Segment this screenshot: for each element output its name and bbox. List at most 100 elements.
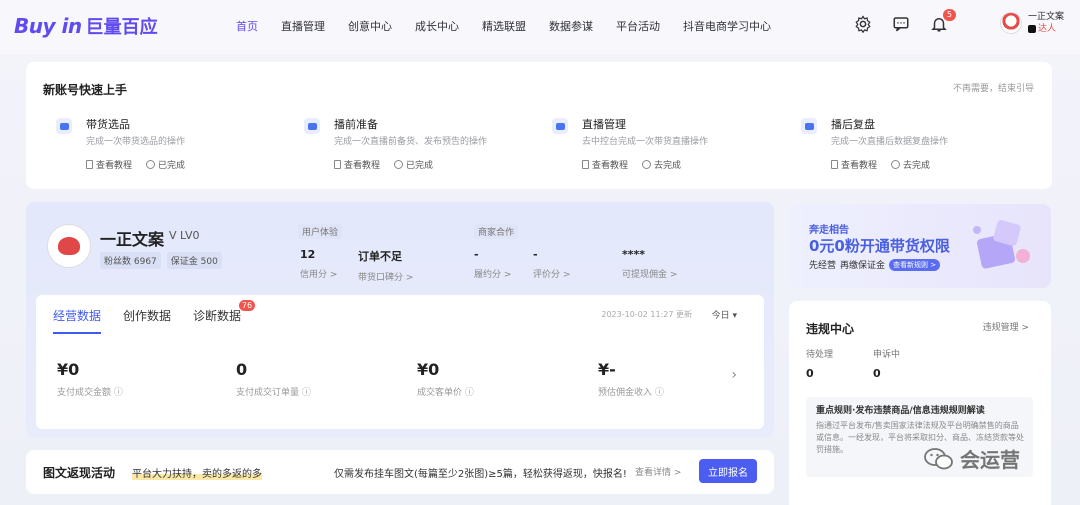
nav-item-live-management[interactable]: 直播管理 [281,18,325,34]
clipboard-icon [304,118,320,134]
wechat-icon [924,447,953,469]
violation-center-title: 违规中心 [806,322,855,336]
step-title: 播后复盘 [831,118,875,131]
activity-title: 图文返现活动 [43,466,116,480]
nav-item-selected-alliance[interactable]: 精选联盟 [482,18,526,34]
logo-en: Buy in [14,14,82,38]
nav-item-home[interactable]: 首页 [236,18,258,34]
activity-subtitle: 平台大力扶持，卖的多返的多 [132,465,262,480]
account-name: 一正文案 [100,230,165,249]
level-badge: V LV0 [169,229,200,242]
kpi-avg-order-value: ¥0 成交客单价 ⓘ [417,360,474,398]
arrow-circle-icon [891,160,901,169]
product-icon [56,118,72,134]
withdrawable-commission-metric[interactable]: **** 可提现佣金 > [622,248,677,280]
date-range-dropdown[interactable]: 今日 ▾ [712,308,737,321]
fans-count: 粉丝数 6967 [100,252,161,269]
kpi-gmv: ¥0 支付成交金额 ⓘ [57,360,123,398]
settings-icon[interactable] [854,15,872,34]
check-circle-icon [146,160,156,169]
banner-text-a: 先经营 [809,261,837,271]
tab-creation-data[interactable]: 创作数据 [123,307,171,334]
nav-item-growth-center[interactable]: 成长中心 [415,18,459,34]
banner-text-b: 再缴保证金 [840,261,886,271]
banner-title: 0元0粉开通带货权限 [809,237,950,255]
step-desc: 去中控台完成一次带货直播操作 [582,137,709,147]
logo[interactable]: Buy in 巨量百应 [14,12,158,40]
tab-business-data[interactable]: 经营数据 [53,307,102,334]
step-desc: 完成一次直播前备货、发布预告的操作 [334,137,488,147]
chart-icon [801,118,817,134]
step-title: 直播管理 [582,118,626,131]
quick-start-card: 新账号快速上手 不再需要，结束引导 带货选品 完成一次带货选品的操作 查看教程 … [26,62,1052,189]
bell-icon[interactable]: 5 [930,9,956,33]
user-name: 一正文案 [1028,12,1065,22]
arrow-circle-icon [642,160,652,169]
check-circle-icon [394,160,404,169]
go-complete-link[interactable]: 去完成 [891,158,930,171]
gift-illustration-icon [973,220,1030,269]
diagnosis-badge: 76 [238,300,256,311]
nav-item-data-advisor[interactable]: 数据参谋 [549,18,593,34]
violation-center-card: 违规中心 违规管理 > 待处理 0 申诉中 0 重点规则·发布违禁商品/信息违规… [789,301,1051,505]
view-tutorial-link[interactable]: 查看教程 [831,158,877,171]
promo-banner[interactable]: 奔走相告 0元0粉开通带货权限 先经营 再缴保证金 查看新规则 > [789,204,1051,288]
video-icon [552,118,568,134]
doc-icon [831,160,838,169]
go-complete-link[interactable]: 去完成 [642,158,681,171]
end-guide-link[interactable]: 不再需要，结束引导 [953,81,1034,94]
view-tutorial-link[interactable]: 查看教程 [334,158,380,171]
chevron-right-icon[interactable]: › [731,367,737,383]
appeal-count[interactable]: 申诉中 0 [873,347,900,380]
credit-score-metric[interactable]: 12 信用分 > [300,248,337,280]
update-time: 2023-10-02 11:27 更新 [601,310,692,319]
sign-up-button[interactable]: 立即报名 [699,459,757,483]
step-desc: 完成一次带货选品的操作 [86,137,186,147]
activity-description: 仅需发布挂车图文(每篇至少2张图)≥5篇，轻松获得返现，快报名! [334,469,627,480]
message-icon[interactable] [892,15,910,33]
step-title: 播前准备 [334,118,378,131]
watermark: 会运营 [924,444,1020,473]
quick-start-title: 新账号快速上手 [43,83,128,97]
doc-icon [334,160,341,169]
business-data-panel: 经营数据 创作数据 诊断数据 76 2023-10-02 11:27 更新 今日 … [36,295,764,429]
kpi-estimated-commission: ¥- 预估佣金收入 ⓘ [598,360,664,398]
doc-icon [86,160,93,169]
pending-count[interactable]: 待处理 0 [806,347,833,380]
avatar [47,224,91,268]
nav-item-platform-activity[interactable]: 平台活动 [616,18,660,34]
douyin-icon [1028,25,1036,33]
tab-diagnosis-data[interactable]: 诊断数据 76 [193,300,256,334]
nav-item-learning-center[interactable]: 抖音电商学习中心 [683,18,771,34]
completed-status: 已完成 [146,158,185,171]
merchant-cooperation-label: 商家合作 [474,224,519,239]
step-desc: 完成一次直播后数据复盘操作 [831,137,949,147]
kpi-orders: 0 支付成交订单量 ⓘ [236,360,311,398]
account-overview-card: 一正文案 V LV0 粉丝数 6967 保证金 500 用户体验 商家合作 12… [26,202,774,438]
user-role-tag: 达人 [1038,24,1057,34]
view-new-rules-button[interactable]: 查看新规则 > [889,258,941,271]
violation-management-link[interactable]: 违规管理 > [983,320,1029,333]
notification-badge: 5 [942,9,956,21]
completed-status: 已完成 [394,158,433,171]
word-of-mouth-metric[interactable]: 订单不足 带货口碑分 > [358,248,413,283]
user-experience-label: 用户体验 [298,224,343,239]
deposit-amount: 保证金 500 [166,252,222,269]
nav-item-creative-center[interactable]: 创意中心 [348,18,392,34]
logo-cn: 巨量百应 [85,17,158,38]
review-score-metric[interactable]: - 评价分 > [533,248,570,280]
user-profile-menu[interactable]: 一正文案 达人 [1000,11,1080,35]
step-title: 带货选品 [86,118,130,131]
doc-icon [582,160,589,169]
view-tutorial-link[interactable]: 查看教程 [582,158,628,171]
image-text-cashback-activity: 图文返现活动 平台大力扶持，卖的多返的多 仅需发布挂车图文(每篇至少2张图)≥5… [26,450,774,494]
top-icons: 5 [854,9,956,34]
main-nav: 首页 直播管理 创意中心 成长中心 精选联盟 数据参谋 平台活动 抖音电商学习中… [236,18,794,34]
top-navigation-bar: Buy in 巨量百应 首页 直播管理 创意中心 成长中心 精选联盟 数据参谋 … [0,0,1080,54]
banner-headline: 奔走相告 [809,225,849,236]
watermark-text: 会运营 [960,448,1020,472]
avatar [1000,12,1022,34]
view-tutorial-link[interactable]: 查看教程 [86,158,132,171]
view-details-link[interactable]: 查看详情 > [635,465,681,478]
fulfillment-score-metric[interactable]: - 履约分 > [474,248,511,280]
